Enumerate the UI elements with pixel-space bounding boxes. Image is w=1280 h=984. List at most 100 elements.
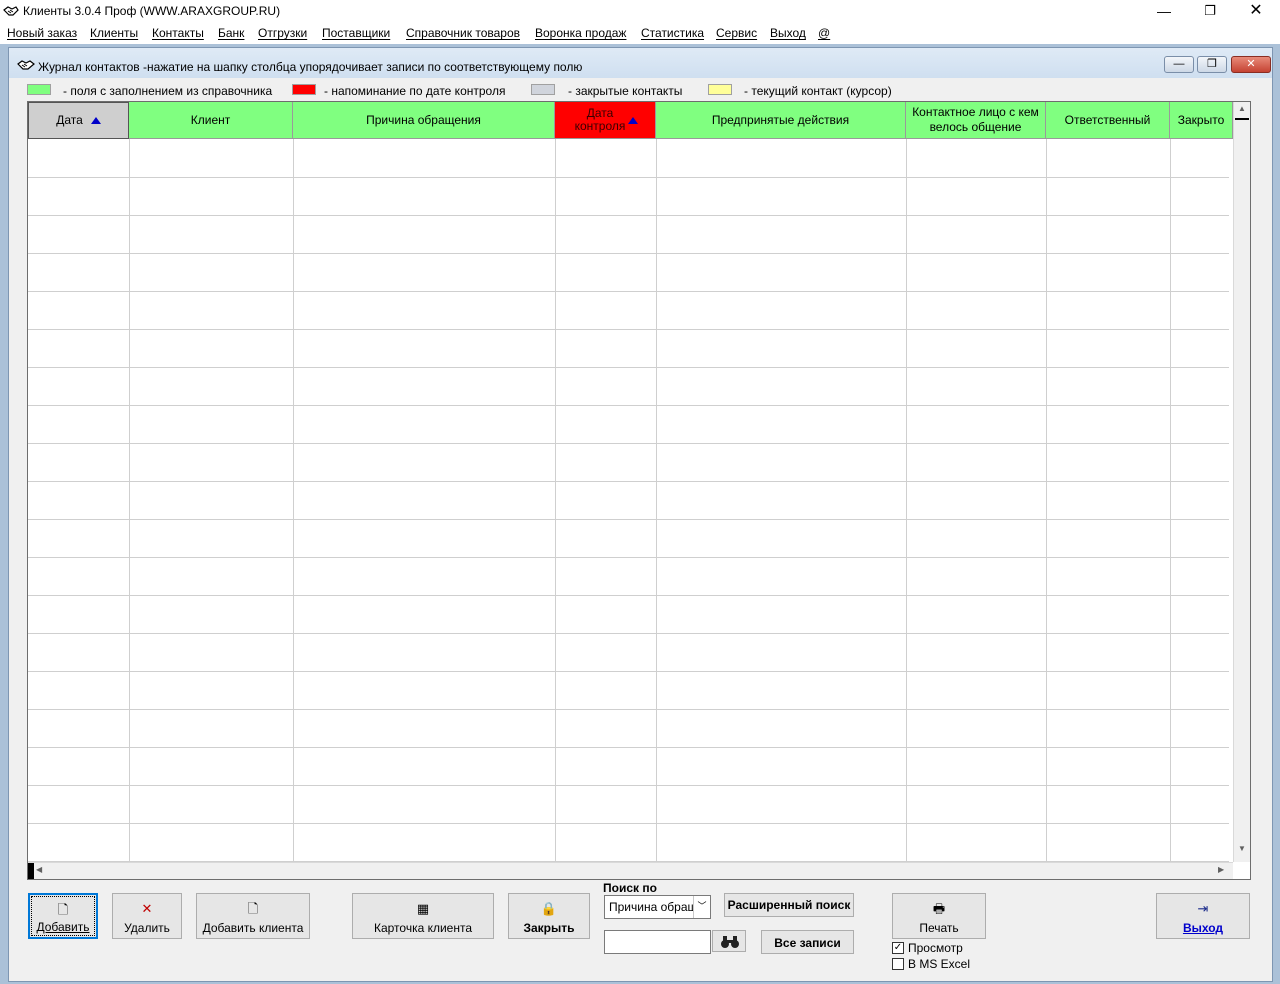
column-header-date[interactable]: Дата — [28, 102, 129, 139]
scroll-down-arrow-icon[interactable]: ▼ — [1235, 844, 1249, 856]
print-button-label: Печать — [919, 921, 959, 935]
row-divider — [28, 519, 1229, 520]
find-button[interactable] — [712, 930, 746, 952]
column-divider — [1170, 139, 1171, 862]
legend-swatch-lookup — [27, 84, 51, 95]
contacts-table[interactable]: Дата Клиент Причина обращения Дата контр… — [27, 101, 1251, 880]
menu-suppliers[interactable]: Поставщики — [322, 26, 390, 40]
menu-statistics[interactable]: Статистика — [641, 26, 704, 40]
column-header-closed[interactable]: Закрыто — [1170, 102, 1233, 139]
column-label: Клиент — [190, 112, 231, 127]
new-document-icon: 🗋 — [247, 901, 259, 916]
column-label: Дата контроля — [574, 106, 626, 133]
column-header-reason[interactable]: Причина обращения — [293, 102, 555, 139]
delete-button-label: Удалить — [124, 921, 170, 935]
search-by-label: Поиск по — [603, 881, 657, 895]
menu-new-order[interactable]: Новый заказ — [7, 26, 77, 40]
column-divider — [656, 139, 657, 862]
legend-swatch-cursor — [708, 84, 732, 95]
scroll-thumb[interactable] — [1235, 118, 1249, 120]
add-button-label: Добавить — [36, 920, 90, 934]
row-divider — [28, 215, 1229, 216]
scroll-up-arrow-icon[interactable]: ▲ — [1235, 104, 1249, 116]
scroll-thumb[interactable] — [28, 863, 34, 879]
menu-product-catalog[interactable]: Справочник товаров — [406, 26, 520, 40]
print-button[interactable]: 🖶 Печать — [892, 893, 986, 939]
window-title: Клиенты 3.0.4 Проф (WWW.ARAXGROUP.RU) — [23, 4, 281, 18]
column-header-control-date[interactable]: Дата контроля — [555, 102, 656, 139]
preview-checkbox[interactable]: ✓ — [892, 942, 904, 954]
child-restore-button[interactable]: ❐ — [1197, 56, 1227, 73]
contact-log-window: Журнал контактов -нажатие на шапку столб… — [8, 47, 1273, 982]
all-records-label: Все записи — [774, 936, 841, 950]
restore-button[interactable]: ❐ — [1187, 0, 1233, 24]
child-minimize-button[interactable]: — — [1164, 56, 1194, 73]
column-header-responsible[interactable]: Ответственный — [1046, 102, 1170, 139]
add-button[interactable]: 🗋 Добавить — [28, 893, 98, 939]
column-label: Контактное лицо с кем велось общение — [912, 105, 1039, 134]
column-header-contact-person[interactable]: Контактное лицо с кем велось общение — [906, 102, 1046, 139]
legend-swatch-reminder — [292, 84, 316, 95]
preview-label: Просмотр — [908, 941, 963, 955]
card-icon: ▦ — [416, 901, 430, 916]
advanced-search-button[interactable]: Расширенный поиск — [724, 893, 854, 917]
menu-bank[interactable]: Банк — [218, 26, 244, 40]
menu-at[interactable]: @ — [818, 26, 830, 40]
legend-text-closed: - закрытые контакты — [568, 84, 683, 98]
vertical-scrollbar[interactable]: ▲ ▼ — [1233, 102, 1250, 862]
client-card-button-label: Карточка клиента — [373, 921, 473, 935]
column-divider — [1046, 139, 1047, 862]
row-divider — [28, 177, 1229, 178]
scroll-left-arrow-icon[interactable]: ◀ — [36, 865, 42, 874]
close-button[interactable]: 🔒 Закрыть — [508, 893, 590, 939]
column-label: Ответственный — [1064, 112, 1151, 127]
row-divider — [28, 443, 1229, 444]
sort-ascending-icon — [90, 117, 101, 124]
delete-x-icon: ✕ — [141, 901, 153, 916]
excel-checkbox[interactable] — [892, 958, 904, 970]
exit-button[interactable]: ⇥ Выход — [1156, 893, 1250, 939]
delete-button[interactable]: ✕ Удалить — [112, 893, 182, 939]
row-divider — [28, 367, 1229, 368]
row-divider — [28, 253, 1229, 254]
row-divider — [28, 747, 1229, 748]
menu-shipments[interactable]: Отгрузки — [258, 26, 307, 40]
menu-contacts[interactable]: Контакты — [152, 26, 204, 40]
add-client-button[interactable]: 🗋 Добавить клиента — [196, 893, 310, 939]
exit-door-icon: ⇥ — [1197, 901, 1209, 916]
all-records-button[interactable]: Все записи — [761, 930, 854, 954]
add-client-button-label: Добавить клиента — [202, 921, 304, 935]
scroll-right-arrow-icon[interactable]: ▶ — [1218, 865, 1224, 874]
legend-swatch-closed — [531, 84, 555, 95]
column-header-client[interactable]: Клиент — [129, 102, 293, 139]
close-window-button[interactable]: ✕ — [1233, 0, 1279, 24]
child-title: Журнал контактов -нажатие на шапку столб… — [38, 60, 583, 74]
horizontal-scrollbar[interactable]: ◀ ▶ — [28, 862, 1233, 879]
new-document-icon: 🗋 — [57, 902, 69, 917]
row-divider — [28, 709, 1229, 710]
exit-button-label: Выход — [1182, 921, 1224, 935]
column-label: Дата — [56, 113, 83, 127]
binoculars-icon — [721, 936, 739, 948]
menu-service[interactable]: Сервис — [716, 26, 757, 40]
search-field-select[interactable]: Причина обращения ﹀ — [604, 895, 711, 919]
minimize-button[interactable]: — — [1141, 0, 1187, 24]
row-divider — [28, 481, 1229, 482]
column-divider — [293, 139, 294, 862]
column-label: Причина обращения — [366, 112, 481, 127]
column-divider — [129, 139, 130, 862]
column-header-actions[interactable]: Предпринятые действия — [656, 102, 906, 139]
lock-icon: 🔒 — [540, 901, 558, 916]
row-divider — [28, 557, 1229, 558]
client-card-button[interactable]: ▦ Карточка клиента — [352, 893, 494, 939]
chevron-down-icon[interactable]: ﹀ — [693, 896, 710, 918]
legend-text-cursor: - текущий контакт (курсор) — [744, 84, 892, 98]
column-divider — [906, 139, 907, 862]
menu-clients[interactable]: Клиенты — [90, 26, 138, 40]
search-input[interactable] — [604, 930, 711, 954]
menu-sales-funnel[interactable]: Воронка продаж — [535, 26, 626, 40]
menu-exit[interactable]: Выход — [770, 26, 806, 40]
column-label: Закрыто — [1177, 112, 1225, 127]
sort-ascending-icon — [628, 116, 638, 124]
child-close-button[interactable]: ✕ — [1231, 56, 1271, 73]
